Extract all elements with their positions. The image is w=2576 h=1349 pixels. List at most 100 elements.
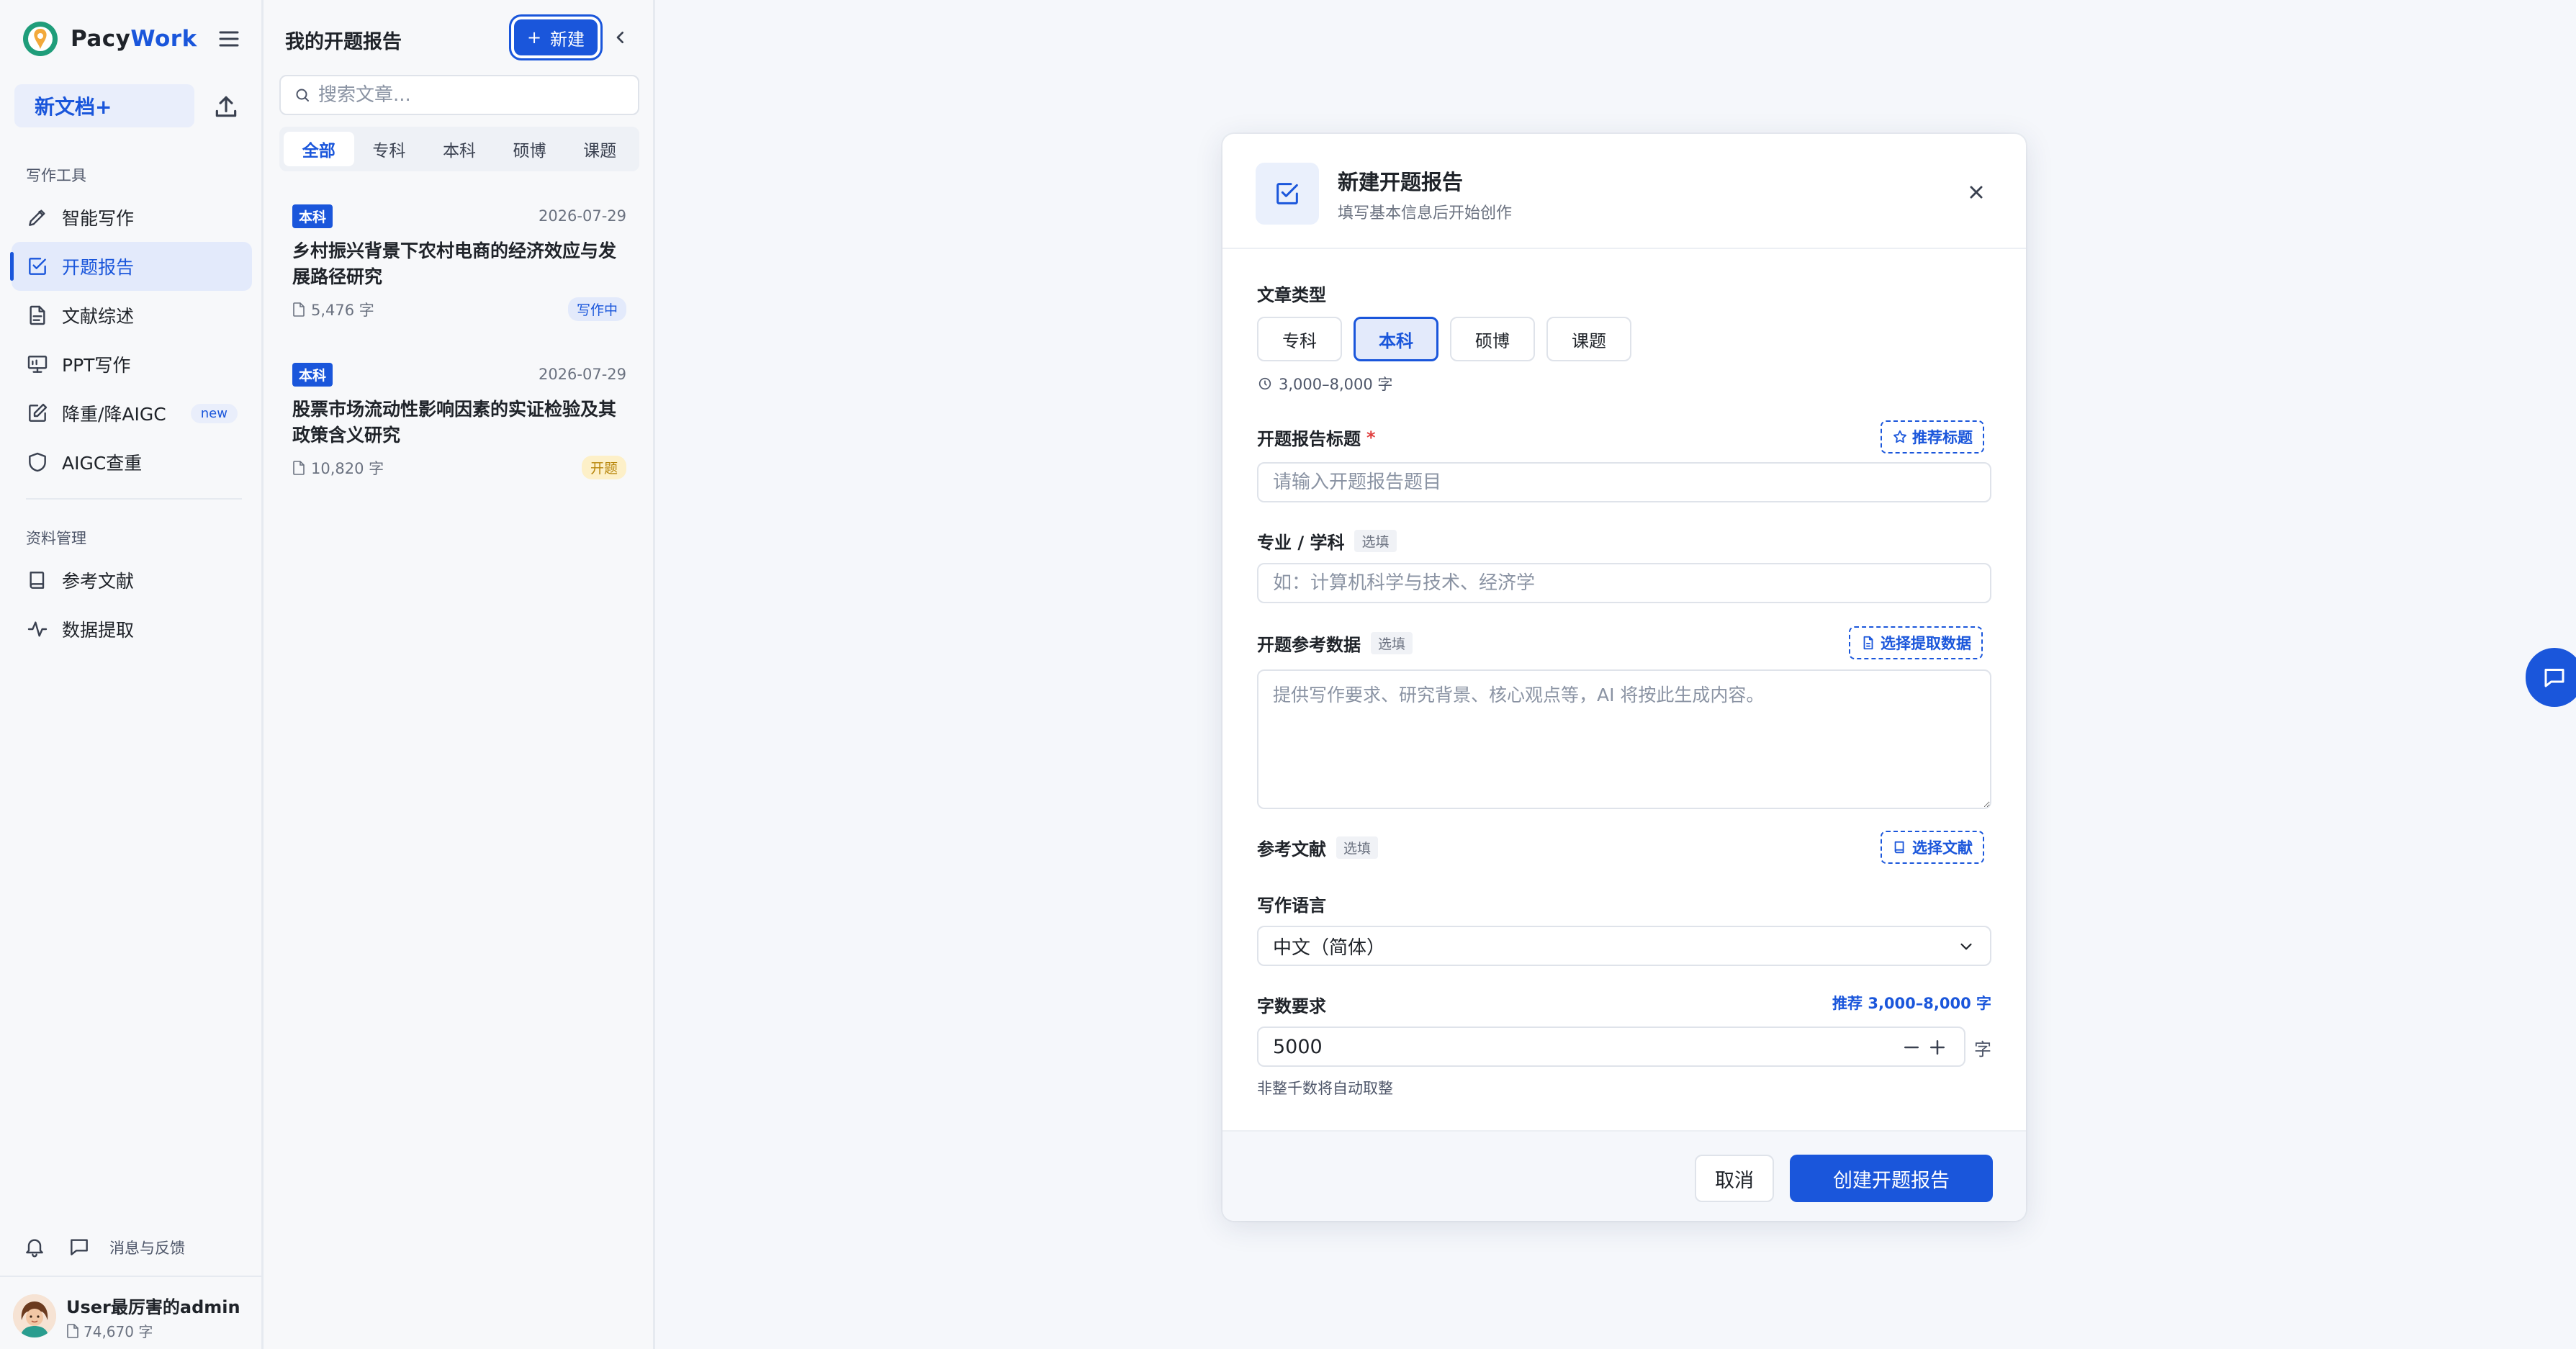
doc-title-line: 展路径研究 [292,266,383,287]
sidebar-item-references[interactable]: 参考文献 [12,556,252,605]
section-label-tools: 写作工具 [26,167,86,184]
brand-name: PacyWork [71,26,197,52]
filter-tab-junior-college[interactable]: 专科 [354,132,425,166]
book-icon [30,572,45,589]
brand-name-suffix: Work [130,26,197,52]
sidebar-item-data-extraction[interactable]: 数据提取 [12,605,252,654]
select-references-button[interactable]: 选择文献 [1881,831,1984,864]
filter-tab-undergraduate[interactable]: 本科 [424,132,495,166]
file-icon [293,302,305,317]
user-word-count: 74,670 字 [66,1320,153,1341]
sidebar-item-label: AIGC查重 [62,453,143,474]
type-option-graduate[interactable]: 硕博 [1450,317,1535,361]
word-count-label: 字数要求 [1257,996,1326,1016]
star-icon [1893,430,1906,443]
menu-icon[interactable] [216,26,242,52]
word-count-recommendation: 推荐 3,000–8,000 字 [1832,995,1991,1012]
minus-icon[interactable] [1901,1037,1922,1058]
activity-icon [27,621,48,637]
type-option-junior-college[interactable]: 专科 [1257,317,1342,361]
major-label-text: 专业 / 学科 [1257,533,1345,553]
select-data-button[interactable]: 选择提取数据 [1849,626,1983,659]
level-badge: 本科 [292,363,333,387]
doc-meta: 5,476 字 写作中 [292,297,626,321]
type-label: 文章类型 [1257,285,1326,305]
reference-data-textarea[interactable] [1257,669,1991,809]
sidebar-item-smart-writing[interactable]: 智能写作 [12,193,252,242]
filter-tab-graduate[interactable]: 硕博 [495,132,565,166]
sidebar-item-label: 开题报告 [62,257,135,278]
select-references-label: 选择文献 [1912,839,1973,857]
dialog-header: 新建开题报告 填写基本信息后开始创作 [1222,134,2026,249]
chat-icon[interactable] [68,1235,91,1258]
panel-title: 我的开题报告 [285,31,402,53]
search-box[interactable] [279,75,639,115]
search-input[interactable] [318,84,628,106]
dialog-footer: 取消 创建开题报告 [1222,1130,2026,1221]
avatar[interactable] [13,1294,56,1337]
doc-title-line: 乡村振兴背景下农村电商的经济效应与发 [292,240,617,261]
dialog-subtitle: 填写基本信息后开始创作 [1338,204,1513,222]
user-name: User最厉害的admin [66,1297,240,1317]
recommend-title-label: 推荐标题 [1912,429,1973,446]
filter-tab-all[interactable]: 全部 [284,132,354,166]
type-option-undergraduate[interactable]: 本科 [1354,317,1438,361]
new-document-button[interactable]: 新文档+ [14,84,194,127]
document-icon [30,305,45,325]
recommend-title-button[interactable]: 推荐标题 [1881,420,1984,454]
feedback-link[interactable]: 消息与反馈 [109,1237,185,1258]
language-label: 写作语言 [1257,895,1326,916]
cancel-button[interactable]: 取消 [1695,1155,1774,1202]
level-badge: 本科 [292,204,333,228]
sidebar-item-ppt-writing[interactable]: PPT写作 [12,340,252,389]
bell-icon[interactable] [23,1235,46,1258]
status-badge: 开题 [581,456,626,479]
sidebar-item-rewrite[interactable]: 降重/降AIGC new [12,389,252,438]
shield-icon [29,452,46,472]
sidebar: PacyWork 新文档+ 写作工具 智能写作 开题报告 文献综述 PPT写作 [0,0,264,1349]
word-range-hint: 3,000–8,000 字 [1257,373,1392,394]
doc-date: 2026-07-29 [538,366,626,383]
upload-icon[interactable] [212,93,240,120]
new-report-button[interactable]: + 新建 [514,19,598,55]
new-report-dialog: 新建开题报告 填写基本信息后开始创作 文章类型 专科 本科 硕博 课题 3,00… [1222,134,2026,1221]
brand-name-prefix: Pacy [71,26,131,52]
edit-icon [29,403,48,422]
sidebar-item-label: 文献综述 [62,306,135,327]
sidebar-item-label: 参考文献 [62,571,135,592]
avatar-illustration [13,1294,56,1337]
word-unit-label: 字 [1974,1039,1991,1060]
dialog-icon [1256,163,1319,225]
sidebar-item-literature-review[interactable]: 文献综述 [12,291,252,340]
word-count-stepper[interactable]: 5000 [1257,1027,1965,1067]
major-input[interactable] [1257,563,1991,603]
dialog-title: 新建开题报告 [1338,170,1464,194]
sidebar-item-proposal[interactable]: 开题报告 [10,242,252,291]
sidebar-item-aigc-check[interactable]: AIGC查重 [12,438,252,487]
floating-chat-button[interactable] [2526,648,2576,707]
sidebar-item-label: 数据提取 [62,620,135,641]
word-range-value: 3,000–8,000 字 [1279,376,1393,393]
close-icon[interactable] [1964,180,1989,204]
title-label-text: 开题报告标题 [1257,429,1361,449]
clock-icon [1258,377,1271,390]
type-option-project[interactable]: 课题 [1546,317,1631,361]
create-report-button[interactable]: 创建开题报告 [1790,1155,1993,1202]
message-icon [2544,669,2564,687]
sidebar-divider [26,498,242,500]
list-item[interactable]: 本科 2026-07-29 乡村振兴背景下农村电商的经济效应与发 展路径研究 5… [292,204,626,321]
new-badge: new [190,403,238,423]
plus-icon[interactable] [1927,1037,1948,1058]
title-input[interactable] [1257,462,1991,502]
list-item[interactable]: 本科 2026-07-29 股票市场流动性影响因素的实证检验及其 政策含义研究 … [292,363,626,479]
chevron-left-icon[interactable] [609,26,632,49]
optional-tag: 选填 [1354,530,1397,552]
required-mark: * [1366,427,1376,448]
brand[interactable]: PacyWork [22,20,197,58]
language-select[interactable]: 中文（简体） [1257,926,1991,966]
book-icon [1894,841,1904,854]
filter-tab-project[interactable]: 课题 [564,132,635,166]
optional-tag: 选填 [1371,632,1413,654]
references-label-text: 参考文献 [1257,839,1326,860]
new-report-label: 新建 [550,29,585,50]
